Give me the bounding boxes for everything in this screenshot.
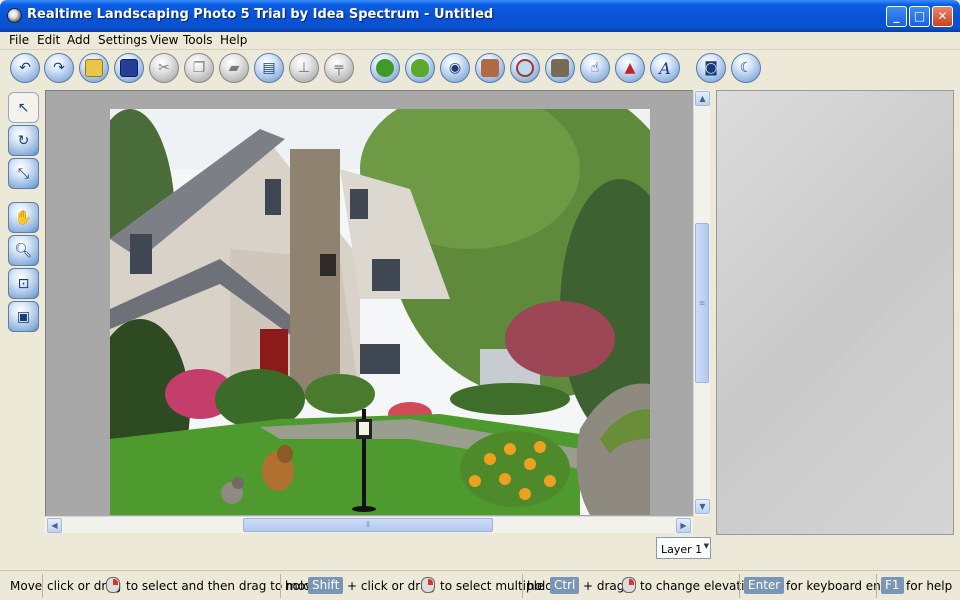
scroll-right-button[interactable]: ▶ (676, 518, 691, 533)
ctrl-key-badge: Ctrl (550, 577, 580, 594)
mountain-icon[interactable]: ▲ (615, 53, 645, 83)
scroll-up-button[interactable]: ▲ (695, 91, 710, 106)
zoom-icon[interactable]: 🔍︎ (8, 235, 39, 266)
menu-file[interactable]: File (9, 33, 29, 47)
pointer-icon[interactable]: ☝ (580, 53, 610, 83)
status-text: to change elevation (640, 579, 760, 593)
horizontal-scrollbar[interactable]: ◀ ⦀ ▶ (45, 516, 693, 533)
app-icon[interactable] (7, 8, 22, 23)
maximize-button[interactable]: □ (909, 6, 930, 27)
menu-bar: File Edit Add Settings View Tools Help (0, 32, 960, 50)
divider (280, 574, 281, 598)
zoom-window-icon[interactable]: ▣ (8, 301, 39, 332)
copy-icon[interactable]: ❐ (184, 53, 214, 83)
title-bar: Realtime Landscaping Photo 5 Trial by Id… (0, 0, 960, 32)
vertical-scroll-thumb[interactable]: ≡ (695, 223, 709, 383)
properties-panel (716, 90, 954, 535)
box-icon[interactable] (545, 53, 575, 83)
horizontal-scroll-thumb[interactable]: ⦀ (243, 518, 493, 532)
shift-key-badge: Shift (308, 577, 344, 594)
close-button[interactable]: ✕ (932, 6, 953, 27)
open-folder-icon[interactable] (79, 53, 109, 83)
status-text: for help (906, 579, 953, 593)
camera-icon[interactable]: ◉ (440, 53, 470, 83)
window-title: Realtime Landscaping Photo 5 Trial by Id… (27, 7, 494, 22)
resize-icon[interactable]: ⤡ (8, 158, 39, 189)
divider (42, 574, 43, 598)
menu-add[interactable]: Add (67, 33, 90, 47)
menu-settings[interactable]: Settings (98, 33, 147, 47)
menu-edit[interactable]: Edit (37, 33, 60, 47)
layer-dropdown[interactable]: Layer 1 ▼ (656, 537, 711, 559)
undo-icon[interactable]: ↶ (10, 53, 40, 83)
vertical-scrollbar[interactable]: ▲ ≡ ▼ (693, 90, 710, 516)
f1-key-badge: F1 (881, 577, 904, 594)
minimize-button[interactable]: _ (886, 6, 907, 27)
left-toolbar: ↖ ↻ ⤡ ✋ 🔍︎ ⊡ ▣ (0, 90, 45, 567)
rotate-icon[interactable]: ↻ (8, 125, 39, 156)
divider (739, 574, 740, 598)
photo-camera-icon[interactable]: ◙ (696, 53, 726, 83)
main-toolbar: ↶ ↷ ✂ ❐ ▰ ▤ ⊥ ╤ ◉ ☝ ▲ A ◙ ☾ (0, 50, 960, 88)
chevron-down-icon[interactable]: ▼ (704, 542, 709, 550)
text-icon[interactable]: A (650, 53, 680, 83)
pan-hand-icon[interactable]: ✋ (8, 202, 39, 233)
status-text: + drag (583, 579, 625, 593)
status-bar: Move click or drag to select and then dr… (0, 570, 960, 600)
divider (522, 574, 523, 598)
flip-icon[interactable]: ⊥ (289, 53, 319, 83)
select-arrow-icon[interactable]: ↖ (8, 92, 39, 123)
print-icon[interactable]: ▤ (254, 53, 284, 83)
landscape-photo[interactable] (110, 109, 650, 515)
shrub-icon[interactable] (405, 53, 435, 83)
pond-icon[interactable] (510, 53, 540, 83)
status-mode: Move (10, 579, 43, 593)
mouse-left-click-icon (421, 577, 435, 593)
wall-icon[interactable] (475, 53, 505, 83)
menu-help[interactable]: Help (220, 33, 247, 47)
zoom-fit-icon[interactable]: ⊡ (8, 268, 39, 299)
divider (876, 574, 877, 598)
layer-dropdown-value: Layer 1 (661, 543, 703, 556)
enter-key-badge: Enter (744, 577, 785, 594)
photo-scene (110, 109, 650, 515)
table-icon[interactable]: ╤ (324, 53, 354, 83)
moon-icon[interactable]: ☾ (731, 53, 761, 83)
menu-tools[interactable]: Tools (183, 33, 213, 47)
cut-icon[interactable]: ✂ (149, 53, 179, 83)
paste-icon[interactable]: ▰ (219, 53, 249, 83)
menu-view[interactable]: View (150, 33, 178, 47)
redo-icon[interactable]: ↷ (44, 53, 74, 83)
mouse-right-click-icon (622, 577, 636, 593)
plants-icon[interactable] (370, 53, 400, 83)
save-icon[interactable] (114, 53, 144, 83)
mouse-left-click-icon (106, 577, 120, 593)
scroll-down-button[interactable]: ▼ (695, 499, 710, 514)
design-canvas[interactable] (45, 90, 693, 516)
scroll-left-button[interactable]: ◀ (47, 518, 62, 533)
